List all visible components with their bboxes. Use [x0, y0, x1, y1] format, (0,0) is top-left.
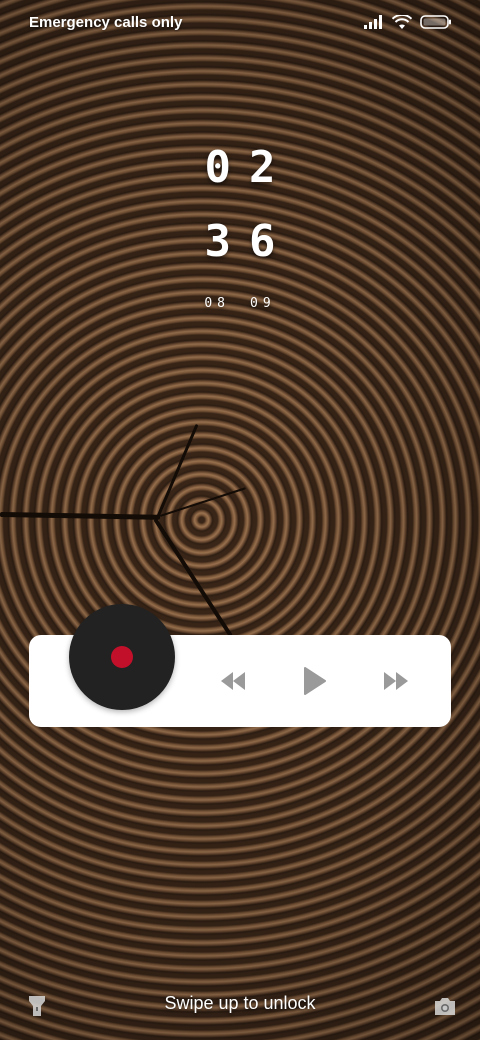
- next-icon: [384, 672, 408, 690]
- wifi-icon: [392, 14, 412, 29]
- status-icons: [364, 14, 452, 30]
- play-icon: [304, 667, 326, 695]
- clock-date: 08 09: [0, 296, 480, 311]
- previous-icon: [221, 672, 245, 690]
- play-button[interactable]: [300, 664, 328, 698]
- status-bar: Emergency calls only: [0, 0, 480, 44]
- album-disc-center: [111, 646, 133, 668]
- album-disc[interactable]: [69, 604, 175, 710]
- signal-icon: [364, 15, 382, 29]
- lock-screen: Emergency calls only 02 36 08 09 Swipe u…: [0, 0, 480, 1040]
- next-button[interactable]: [382, 664, 410, 698]
- unlock-hint: Swipe up to unlock: [164, 993, 316, 1013]
- camera-icon: [435, 998, 455, 1015]
- previous-button[interactable]: [219, 664, 247, 698]
- date-month: 08: [204, 296, 230, 311]
- clock-minutes: 36: [204, 216, 294, 267]
- date-day: 09: [250, 296, 276, 311]
- clock-hours: 02: [204, 142, 294, 193]
- camera-button[interactable]: [432, 994, 458, 1018]
- carrier-text: Emergency calls only: [29, 13, 183, 31]
- battery-icon: [420, 15, 451, 29]
